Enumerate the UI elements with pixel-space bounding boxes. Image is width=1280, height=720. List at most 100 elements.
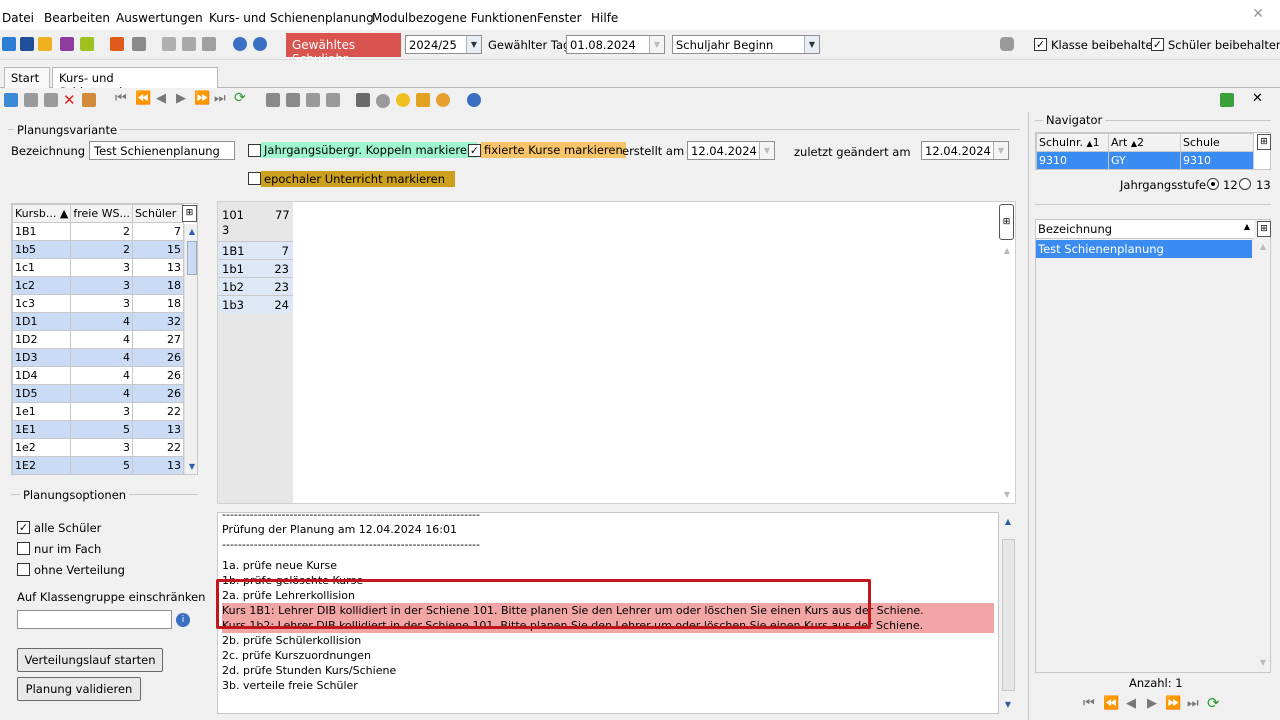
- table-row[interactable]: 1D2 4 27: [12, 330, 185, 349]
- lightbulb-icon[interactable]: [396, 93, 410, 107]
- clock-icon[interactable]: [436, 93, 450, 107]
- year-select[interactable]: 2024/25 ▼: [405, 35, 482, 54]
- keep-student-checkbox[interactable]: ✓: [1151, 38, 1164, 51]
- col-header-course[interactable]: Kursb... ▲: [12, 204, 72, 223]
- table-row[interactable]: 1e1 3 22: [12, 402, 185, 421]
- undo-icon[interactable]: [44, 93, 58, 107]
- keep-class-checkbox[interactable]: ✓: [1034, 38, 1047, 51]
- table-row[interactable]: 1e2 3 22: [12, 438, 185, 457]
- col-header-type[interactable]: Art ▲2: [1108, 133, 1181, 152]
- changed-date[interactable]: 12.04.2024 ▼: [921, 141, 1009, 160]
- classes-icon[interactable]: [20, 37, 34, 51]
- menu-datei[interactable]: Datei: [2, 11, 34, 25]
- all-students-checkbox[interactable]: ✓: [17, 521, 30, 534]
- scroll-up-icon[interactable]: ▲: [1000, 244, 1014, 258]
- table-row[interactable]: 1E2 5 13: [12, 456, 185, 474]
- column-chooser-icon[interactable]: ⊞: [182, 205, 197, 222]
- menu-fenster[interactable]: Fenster: [537, 11, 582, 25]
- last-record-icon[interactable]: ⏭: [214, 91, 226, 106]
- menu-kursplanung[interactable]: Kurs- und Schienenplanung: [209, 11, 374, 25]
- last-record-icon[interactable]: ⏭: [1187, 696, 1199, 711]
- scroll-down-icon[interactable]: ▼: [185, 460, 197, 474]
- preview-icon[interactable]: [376, 94, 390, 108]
- table-row[interactable]: 1D4 4 26: [12, 366, 185, 385]
- grade-13-radio[interactable]: [1239, 178, 1251, 190]
- rail-course-row[interactable]: 1b2 23: [218, 277, 293, 295]
- export-icon[interactable]: [162, 37, 176, 51]
- print2-icon[interactable]: [356, 93, 370, 107]
- table-row[interactable]: 1b5 2 15: [12, 240, 185, 259]
- table-row[interactable]: 1c3 3 18: [12, 294, 185, 313]
- scroll-up-icon[interactable]: ▲: [185, 225, 197, 239]
- paste-icon[interactable]: [326, 93, 340, 107]
- students-icon[interactable]: [2, 37, 16, 51]
- scroll-down-icon[interactable]: ▼: [1000, 488, 1014, 502]
- prev-record-icon[interactable]: ◀: [156, 91, 166, 106]
- help2-icon[interactable]: [467, 93, 481, 107]
- next-page-icon[interactable]: ⏩: [1165, 696, 1181, 711]
- menu-hilfe[interactable]: Hilfe: [591, 11, 618, 25]
- selected-year-button[interactable]: Gewähltes Schuljahr: [286, 33, 401, 66]
- scroll-up-icon[interactable]: ▲: [1256, 240, 1270, 254]
- validate-button[interactable]: Planung validieren: [17, 677, 141, 701]
- table-row[interactable]: 1c2 3 18: [12, 276, 185, 295]
- rail-column-chooser-icon[interactable]: ⊞: [999, 204, 1014, 240]
- period-select[interactable]: Schuljahr Beginn ▼: [672, 35, 820, 54]
- prev-page-icon[interactable]: ⏪: [135, 91, 151, 106]
- import-icon[interactable]: [182, 37, 196, 51]
- column-chooser-icon[interactable]: ⊞: [1257, 221, 1271, 237]
- col-header-school[interactable]: Schule: [1180, 133, 1254, 152]
- lock-icon[interactable]: [1000, 37, 1014, 51]
- cross-year-checkbox[interactable]: [248, 144, 261, 157]
- class-group-input[interactable]: [17, 610, 172, 629]
- teachers-icon[interactable]: [38, 37, 52, 51]
- lightning-icon[interactable]: [202, 37, 216, 51]
- log-scrollbar[interactable]: ▲ ▼: [1001, 513, 1016, 713]
- copy-icon[interactable]: [82, 93, 96, 107]
- epochal-checkbox[interactable]: [248, 172, 261, 185]
- new-icon[interactable]: [4, 93, 18, 107]
- table-row[interactable]: 1D1 4 32: [12, 312, 185, 331]
- day-select[interactable]: 01.08.2024 ▼: [566, 35, 665, 54]
- table-row[interactable]: 1D3 4 26: [12, 348, 185, 367]
- scroll-up-icon[interactable]: ▲: [1001, 515, 1015, 529]
- scroll-thumb[interactable]: [1002, 539, 1015, 691]
- variant-list-header[interactable]: Bezeichnung ▲: [1036, 220, 1254, 239]
- sync-icon[interactable]: [1220, 93, 1234, 107]
- window-close-icon[interactable]: ✕: [1252, 6, 1264, 22]
- first-record-icon[interactable]: ⏮: [115, 91, 127, 106]
- first-record-icon[interactable]: ⏮: [1083, 696, 1095, 711]
- variant-list-item[interactable]: Test Schienenplanung: [1036, 240, 1252, 258]
- rail-course-row[interactable]: 1b1 23: [218, 259, 293, 277]
- next-record-icon[interactable]: ▶: [1147, 696, 1157, 711]
- next-record-icon[interactable]: ▶: [176, 91, 186, 106]
- col-header-free[interactable]: freie WS...: [70, 204, 133, 223]
- chevron-down-icon[interactable]: ▼: [649, 36, 664, 53]
- name-input[interactable]: Test Schienenplanung: [89, 141, 235, 160]
- no-distribution-checkbox[interactable]: [17, 563, 30, 576]
- fixed-checkbox[interactable]: ✓: [468, 144, 481, 157]
- panel-close-icon[interactable]: ✕: [1252, 91, 1263, 106]
- grade-12-radio[interactable]: [1207, 178, 1219, 190]
- print-icon[interactable]: [132, 37, 146, 51]
- menu-auswertungen[interactable]: Auswertungen: [116, 11, 203, 25]
- table-row[interactable]: 1c1 3 13: [12, 258, 185, 277]
- rail-course-row[interactable]: 1b3 24: [218, 295, 293, 313]
- next-page-icon[interactable]: ⏩: [194, 91, 210, 106]
- scroll-thumb[interactable]: [187, 241, 197, 275]
- created-date[interactable]: 12.04.2024 ▼: [687, 141, 775, 160]
- prev-page-icon[interactable]: ⏪: [1103, 696, 1119, 711]
- table-row[interactable]: 1B1 2 7: [12, 222, 185, 241]
- table-row[interactable]: 1D5 4 26: [12, 384, 185, 403]
- start-distribution-button[interactable]: Verteilungslauf starten: [17, 648, 163, 672]
- chevron-down-icon[interactable]: ▼: [466, 36, 481, 53]
- only-subject-checkbox[interactable]: [17, 542, 30, 555]
- prev-record-icon[interactable]: ◀: [1126, 696, 1136, 711]
- courses-icon[interactable]: [60, 37, 74, 51]
- col-header-schoolnr[interactable]: Schulnr. ▲1: [1036, 133, 1109, 152]
- table-row[interactable]: 1E1 5 13: [12, 420, 185, 439]
- delete-icon[interactable]: ✕: [63, 91, 76, 109]
- arrow-left-icon[interactable]: [266, 93, 280, 107]
- save-icon[interactable]: [24, 93, 38, 107]
- wizard-icon[interactable]: [416, 93, 430, 107]
